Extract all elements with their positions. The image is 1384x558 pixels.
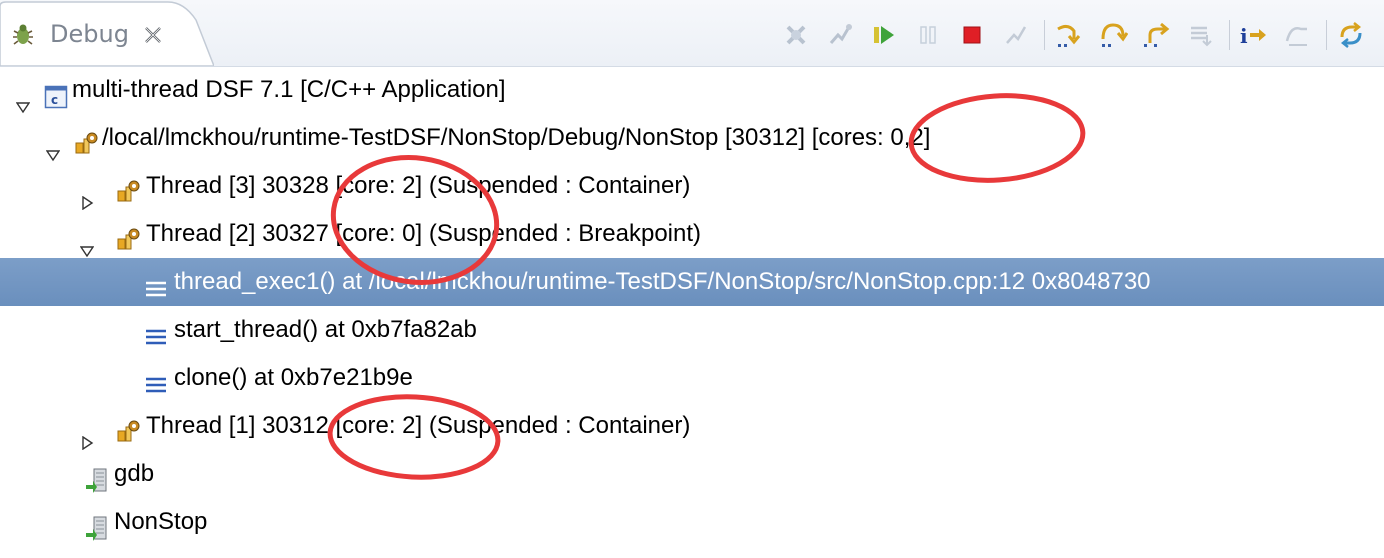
tree-item-thread[interactable]: Thread [1] 30312 [core: 2] (Suspended : … — [0, 402, 1384, 451]
tree-item-label: thread_exec1() at /local/lmckhou/runtime… — [174, 268, 1151, 295]
debug-toolbar: i — [780, 18, 1379, 52]
tree-item-stack-frame[interactable]: clone() at 0xb7e21b9e — [0, 354, 1384, 402]
remove-terminated-icon[interactable] — [780, 19, 812, 51]
tree-item-stack-frame[interactable]: start_thread() at 0xb7fa82ab — [0, 306, 1384, 354]
tree-item-process[interactable]: /local/lmckhou/runtime-TestDSF/NonStop/D… — [0, 114, 1384, 162]
step-over-icon[interactable] — [1097, 19, 1129, 51]
step-return-icon[interactable] — [1141, 19, 1173, 51]
tree-item-label: gdb — [114, 460, 155, 487]
resume-icon[interactable] — [868, 19, 900, 51]
terminate-icon[interactable] — [956, 19, 988, 51]
tree-item-label: start_thread() at 0xb7fa82ab — [174, 316, 477, 343]
tree-item-label: Thread [1] 30312 [core: 2] (Suspended : … — [146, 412, 691, 439]
tree-item-stack-frame[interactable]: thread_exec1() at /local/lmckhou/runtime… — [0, 258, 1384, 306]
use-step-filters-icon[interactable] — [1282, 19, 1314, 51]
close-icon[interactable] — [142, 24, 164, 46]
expanded-triangle-icon[interactable] — [45, 131, 61, 162]
instruction-stepping-mode-icon[interactable]: i — [1238, 19, 1270, 51]
thread-icon — [116, 414, 140, 442]
svg-text:c: c — [51, 93, 58, 107]
c-application-icon: c — [44, 78, 68, 109]
disconnect-icon[interactable] — [1000, 19, 1032, 51]
expanded-triangle-icon[interactable] — [79, 227, 95, 258]
tree-item-label: multi-thread DSF 7.1 [C/C++ Application] — [72, 76, 506, 103]
tree-item-label: clone() at 0xb7e21b9e — [174, 364, 413, 391]
tree-item-label: NonStop — [114, 508, 208, 535]
tree-item-launch[interactable]: c multi-thread DSF 7.1 [C/C++ Applicatio… — [0, 66, 1384, 114]
tree-item-thread[interactable]: Thread [2] 30327 [core: 0] (Suspended : … — [0, 210, 1384, 258]
step-into-icon[interactable] — [1053, 19, 1085, 51]
svg-text:i: i — [1240, 24, 1248, 48]
stack-frame-icon — [144, 318, 168, 345]
toolbar-separator — [1229, 20, 1230, 50]
tab-label: Debug — [50, 20, 129, 48]
thread-icon — [116, 222, 140, 250]
collapsed-triangle-icon[interactable] — [80, 419, 94, 451]
tree-item-label: /local/lmckhou/runtime-TestDSF/NonStop/D… — [102, 124, 931, 151]
tree-item-thread[interactable]: Thread [3] 30328 [core: 2] (Suspended : … — [0, 162, 1384, 211]
stack-frame-icon — [144, 366, 168, 393]
suspend-icon[interactable] — [912, 19, 944, 51]
tree-item-application[interactable]: NonStop — [0, 498, 1384, 546]
debug-view-header: Debug i — [0, 0, 1384, 67]
gdb-process-icon — [84, 462, 108, 493]
tree-item-label: Thread [2] 30327 [core: 0] (Suspended : … — [146, 220, 702, 247]
tree-item-label: Thread [3] 30328 [core: 2] (Suspended : … — [146, 172, 691, 199]
expanded-triangle-icon[interactable] — [15, 83, 31, 114]
application-process-icon — [84, 510, 108, 541]
view-menu-sync-icon[interactable] — [1335, 19, 1367, 51]
debug-tree: c multi-thread DSF 7.1 [C/C++ Applicatio… — [0, 66, 1384, 541]
tree-item-gdb[interactable]: gdb — [0, 450, 1384, 498]
toolbar-separator — [1044, 20, 1045, 50]
stack-frame-icon — [144, 270, 168, 297]
process-gear-icon — [74, 126, 98, 154]
tab-debug[interactable]: Debug — [0, 0, 214, 66]
toolbar-separator — [1326, 20, 1327, 50]
bug-icon — [10, 22, 36, 48]
thread-icon — [116, 174, 140, 202]
drop-to-frame-icon[interactable] — [1185, 19, 1217, 51]
connect-icon[interactable] — [824, 19, 856, 51]
collapsed-triangle-icon[interactable] — [80, 179, 94, 211]
